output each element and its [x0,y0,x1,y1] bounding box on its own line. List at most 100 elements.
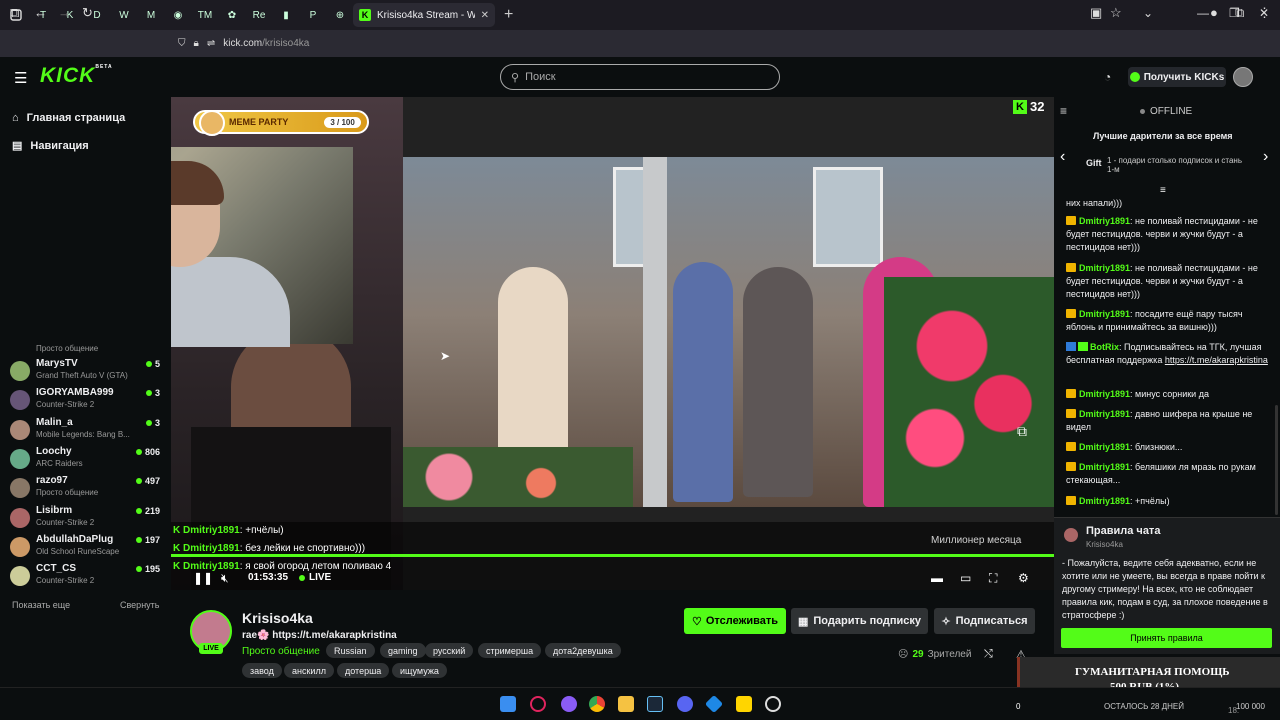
back-icon[interactable]: ← [34,5,47,20]
live-progress-bar[interactable] [171,554,1054,557]
pip-icon[interactable]: ⧉ [1017,423,1027,440]
sidebar-channel-item[interactable]: razo97 Просто общение 497 [10,475,160,503]
chat-scrollbar[interactable] [1275,405,1278,515]
stream-tag[interactable]: русский [425,643,474,658]
browser-tab[interactable]: ✿ [219,4,245,26]
chat-username[interactable]: Dmitriy1891 [1079,442,1130,452]
browser-tab[interactable]: ▮ [273,4,299,26]
sidebar-channel-item[interactable]: Lisibrm Counter-Strike 2 219 [10,505,160,533]
stream-tag[interactable]: дотерша [337,663,390,678]
fullscreen-icon[interactable]: ⛶ [989,571,997,586]
chat-username[interactable]: Dmitriy1891 [1079,263,1130,273]
chat-username[interactable]: BotRix [1090,342,1119,352]
share-icon[interactable]: ⤭ [984,648,993,661]
gift-sub-button[interactable]: ▦ Подарить подписку [791,608,928,634]
file-explorer-icon[interactable] [618,696,634,712]
browser-tab[interactable]: W [111,4,137,26]
stream-tag[interactable]: анскилл [284,663,334,678]
search-input[interactable]: ⚲ Поиск [500,64,780,90]
sidebar-channel-item[interactable]: Loochy ARC Raiders 806 [10,446,160,474]
donation-left-value: 0 [1016,702,1021,711]
settings-gear-icon[interactable]: ⚙ [1018,571,1029,585]
kick-logo[interactable]: KICKBETA [40,64,113,88]
stream-tag[interactable]: Russian [326,643,375,658]
stream-tag[interactable]: стримерша [478,643,542,658]
stream-category[interactable]: Просто общение [242,646,320,657]
sidebar-item-navigation[interactable]: ▤ Навигация [12,139,89,153]
chat-username[interactable]: Dmitriy1891 [1079,216,1130,226]
mute-icon[interactable]: 🔇︎ [221,571,229,586]
browser-tab[interactable]: TM [192,4,218,26]
account-icon[interactable]: ● [1210,5,1218,20]
sidebar-channel-item[interactable]: MarysTV Grand Theft Auto V (GTA) 5 [10,358,160,386]
permissions-icon[interactable]: ⇌ [207,38,215,49]
follow-button[interactable]: ♡ Отслеживать [684,608,786,634]
obs-icon[interactable] [765,696,781,712]
browser-tab[interactable]: Re [246,4,272,26]
pause-icon[interactable]: ❚❚ [193,571,213,585]
collapse-chat-icon[interactable]: ≡ [1060,104,1067,118]
sidebar-channel-item[interactable]: CCT_CS Counter-Strike 2 195 [10,563,160,591]
chrome-icon[interactable] [589,696,605,712]
tab-overflow-chevron-icon[interactable]: ⌄ [1143,6,1153,20]
collapse-button[interactable]: Свернуть [120,600,159,610]
clip-icon[interactable]: ▬ [931,571,943,585]
browser-tab[interactable]: ⊕ [327,4,353,26]
menu-hamburger-icon[interactable]: ☰ [14,69,27,87]
address-bar[interactable]: ⛉ 🔒︎ ⇌ kick.com/krisiso4ka [178,33,1128,53]
browser-tab[interactable]: P [300,4,326,26]
browser-tab[interactable]: ◉ [165,4,191,26]
user-avatar[interactable] [1233,67,1253,87]
lock-icon[interactable]: 🔒︎ [194,38,199,49]
chat-username[interactable]: Dmitriy1891 [1079,462,1130,472]
active-tab[interactable]: K Krisiso4ka Stream - Watch ✕ [353,3,495,27]
opera-icon[interactable] [530,696,546,712]
gifters-next-icon[interactable]: › [1263,148,1268,166]
shield-icon[interactable]: ⛉ [178,38,186,49]
chat-username[interactable]: Dmitriy1891 [1079,389,1130,399]
discord-icon[interactable] [677,696,693,712]
get-kicks-button[interactable]: Получить KICKs [1128,67,1226,87]
notifications-icon[interactable]: ◔ [1104,70,1111,84]
stream-tag[interactable]: завод [242,663,282,678]
reader-view-icon[interactable]: ▣ [1090,5,1102,21]
chat-message: Dmitriy1891: не поливай пестицидами - не… [1066,215,1270,254]
steam-icon[interactable] [647,696,663,712]
channel-name[interactable]: Krisiso4ka [242,610,313,626]
chat-text: : близнюки... [1130,442,1183,452]
subscribe-button[interactable]: ✧ Подписаться [934,608,1035,634]
new-tab-icon[interactable]: + [504,6,513,24]
gifters-prev-icon[interactable]: ‹ [1060,148,1065,166]
windows-start-icon[interactable] [500,696,516,712]
chat-username[interactable]: Dmitriy1891 [1079,496,1130,506]
theater-mode-icon[interactable]: ▭ [960,571,971,585]
close-tab-icon[interactable]: ✕ [481,10,489,21]
stream-tag[interactable]: дота2девушка [545,643,621,658]
minimize-icon[interactable]: — [1197,6,1209,20]
forward-icon[interactable]: → [58,5,71,20]
menu-icon[interactable]: ⋮ [1258,5,1271,21]
reload-icon[interactable]: ↻ [82,5,93,21]
show-more-button[interactable]: Показать еще [12,600,70,610]
sidebar-channel-item[interactable]: AbdullahDaPlug Old School RuneScape 197 [10,534,160,562]
sidebar-item-home[interactable]: ⌂ Главная страница [12,112,125,124]
browser-tab[interactable]: M [138,4,164,26]
chat-username[interactable]: Dmitriy1891 [1079,409,1130,419]
stream-title-link[interactable]: https://t.me/akarapkristina [272,630,396,641]
accept-rules-button[interactable]: Принять правила [1061,628,1272,648]
stream-tag[interactable]: ищумужа [392,663,447,678]
extensions-icon[interactable]: ⧉ [1235,5,1244,21]
sidebar-toggle-icon[interactable]: ⧉ [10,5,19,21]
sidebar-channel-item[interactable]: Malin_a Mobile Legends: Bang B... 3 [10,417,160,445]
firefox-icon[interactable] [561,696,577,712]
sidebar-channel-item[interactable]: IGORYAMBA999 Counter-Strike 2 3 [10,387,160,415]
app-icon[interactable] [736,696,752,712]
viewer-count: 3 [154,417,160,428]
video-player[interactable]: MEME PARTY 3 / 100 K 32 ⧉ Миллионер меся… [171,97,1054,590]
chat-link[interactable]: https://t.me/akarapkristina [1165,355,1268,365]
stream-tag[interactable]: gaming [380,643,426,658]
bookmark-star-icon[interactable]: ☆ [1110,5,1122,21]
gifters-expand-icon[interactable]: ≡ [1160,185,1166,196]
overlay-chat-text: : +пчёлы) [239,525,284,536]
chat-username[interactable]: Dmitriy1891 [1079,309,1130,319]
